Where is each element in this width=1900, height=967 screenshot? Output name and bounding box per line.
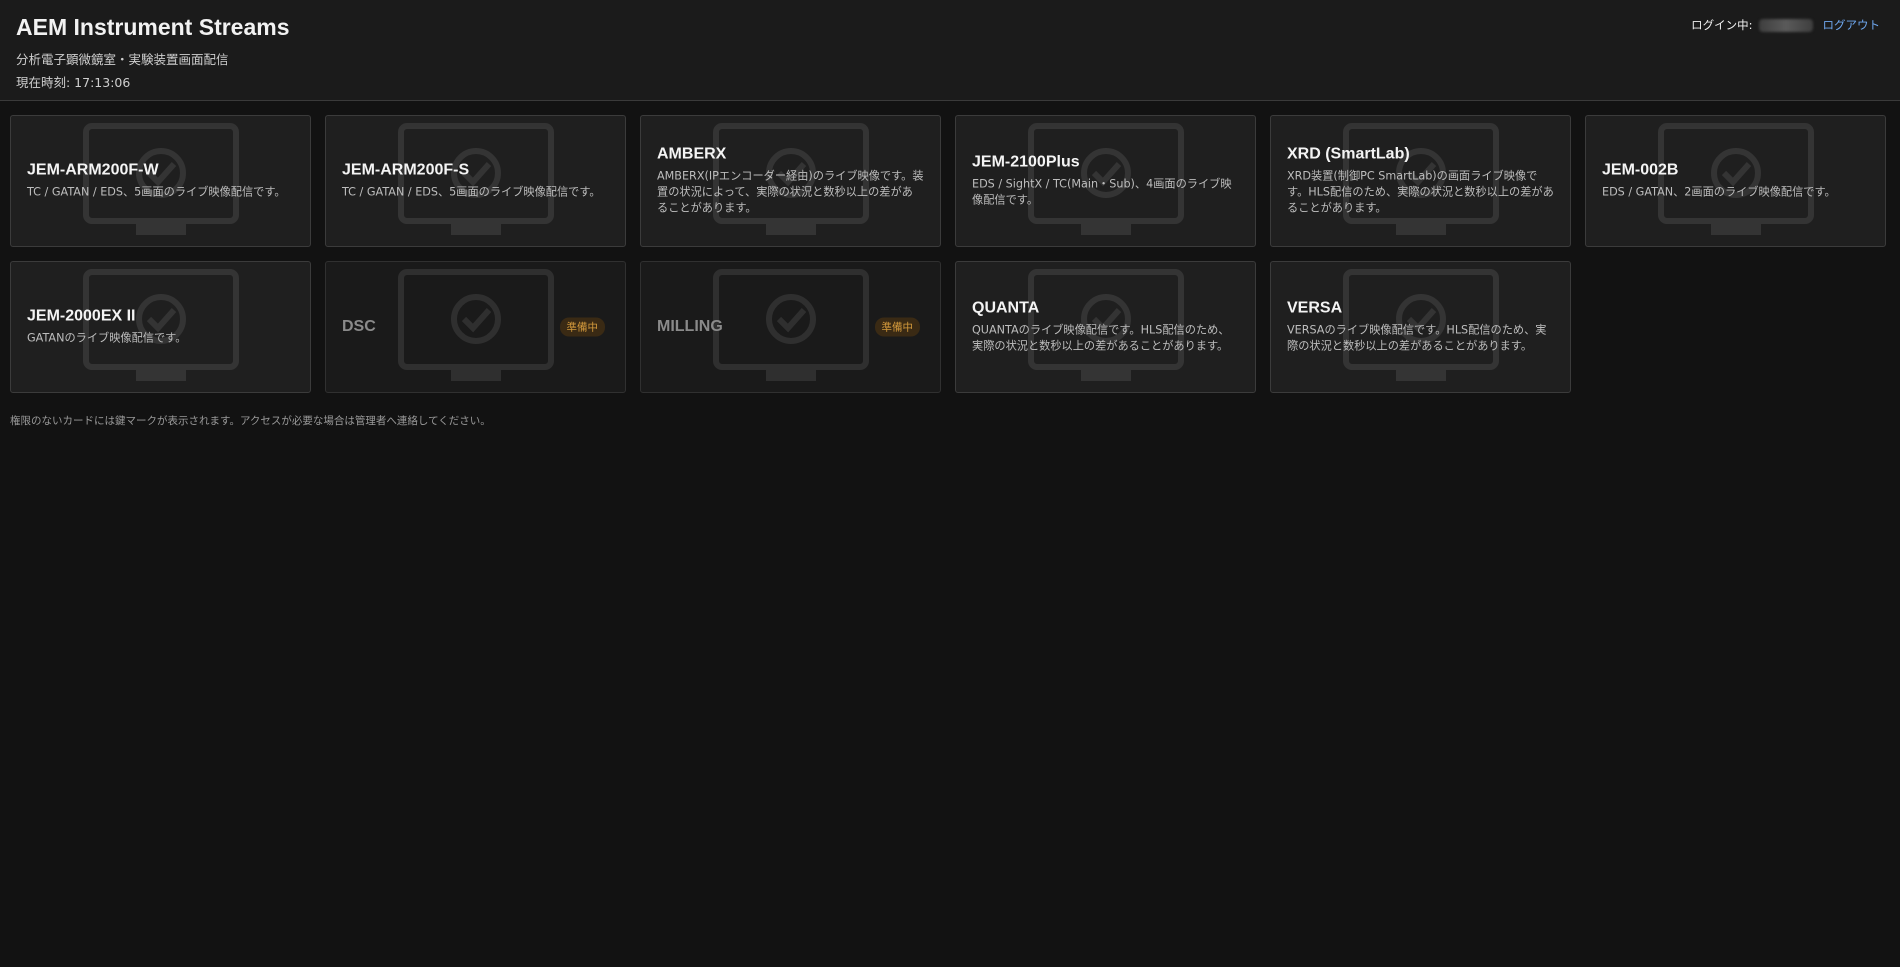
- card-description: TC / GATAN / EDS、5画面のライブ映像配信です。: [27, 185, 286, 199]
- instrument-card-disabled: DSC 準備中: [325, 261, 626, 393]
- instrument-card[interactable]: JEM-2100Plus EDS / SightX / TC(Main・Sub)…: [955, 115, 1256, 247]
- instrument-card[interactable]: AMBERX AMBERX(IPエンコーダー経由)のライブ映像です。装置の状況に…: [640, 115, 941, 247]
- instrument-card[interactable]: XRD (SmartLab) XRD装置(制御PC SmartLab)の画面ライ…: [1270, 115, 1571, 247]
- instrument-card[interactable]: JEM-002B EDS / GATAN、2画面のライブ映像配信です。: [1585, 115, 1886, 247]
- top-header: AEM Instrument Streams 分析電子顕微鏡室・実験装置画面配信…: [0, 0, 1900, 101]
- logout-link[interactable]: ログアウト: [1823, 17, 1881, 33]
- login-label: ログイン中:: [1691, 18, 1753, 32]
- instrument-card[interactable]: VERSA VERSAのライブ映像配信です。HLS配信のため、実際の状況と数秒以…: [1270, 261, 1571, 393]
- card-title: JEM-2000EX II: [27, 307, 136, 325]
- card-description: EDS / SightX / TC(Main・Sub)、4画面のライブ映像配信で…: [972, 177, 1232, 207]
- instrument-card[interactable]: JEM-2000EX II GATANのライブ映像配信です。: [10, 261, 311, 393]
- app-title: AEM Instrument Streams: [16, 14, 290, 40]
- instrument-card[interactable]: QUANTA QUANTAのライブ映像配信です。HLS配信のため、実際の状況と数…: [955, 261, 1256, 393]
- instrument-card[interactable]: JEM-ARM200F-S TC / GATAN / EDS、5画面のライブ映像…: [325, 115, 626, 247]
- username-redacted: [1758, 18, 1813, 32]
- card-description: EDS / GATAN、2画面のライブ映像配信です。: [1602, 185, 1836, 199]
- app-subtitle: 分析電子顕微鏡室・実験装置画面配信: [16, 52, 229, 67]
- instrument-card[interactable]: JEM-ARM200F-W TC / GATAN / EDS、5画面のライブ映像…: [10, 115, 311, 247]
- card-description: VERSAのライブ映像配信です。HLS配信のため、実際の状況と数秒以上の差がある…: [1287, 323, 1547, 353]
- current-time: 現在時刻: 17:13:06: [16, 75, 131, 90]
- instrument-card-grid: JEM-ARM200F-W TC / GATAN / EDS、5画面のライブ映像…: [10, 115, 1886, 393]
- card-title: JEM-ARM200F-S: [342, 161, 470, 179]
- card-title: AMBERX: [657, 145, 727, 163]
- card-title: JEM-002B: [1602, 161, 1679, 179]
- card-description: AMBERX(IPエンコーダー経由)のライブ映像です。装置の状況によって、実際の…: [657, 169, 924, 215]
- instrument-card-disabled: MILLING 準備中: [640, 261, 941, 393]
- status-badge: 準備中: [559, 317, 605, 337]
- card-description: QUANTAのライブ映像配信です。HLS配信のため、実際の状況と数秒以上の差があ…: [972, 323, 1230, 353]
- card-title: VERSA: [1287, 299, 1343, 317]
- card-title: QUANTA: [972, 299, 1040, 317]
- access-footnote: 権限のないカードには鍵マークが表示されます。アクセスが必要な場合は管理者へ連絡し…: [10, 415, 491, 427]
- card-description: GATANのライブ映像配信です。: [27, 331, 187, 345]
- status-badge: 準備中: [874, 317, 920, 337]
- user-area: ログイン中: ログアウト: [1691, 17, 1880, 33]
- card-description: XRD装置(制御PC SmartLab)の画面ライブ映像です。HLS配信のため、…: [1287, 169, 1554, 215]
- card-title: JEM-ARM200F-W: [27, 161, 159, 179]
- card-description: TC / GATAN / EDS、5画面のライブ映像配信です。: [342, 185, 601, 199]
- card-title: XRD (SmartLab): [1287, 145, 1410, 163]
- card-title: JEM-2100Plus: [972, 153, 1080, 171]
